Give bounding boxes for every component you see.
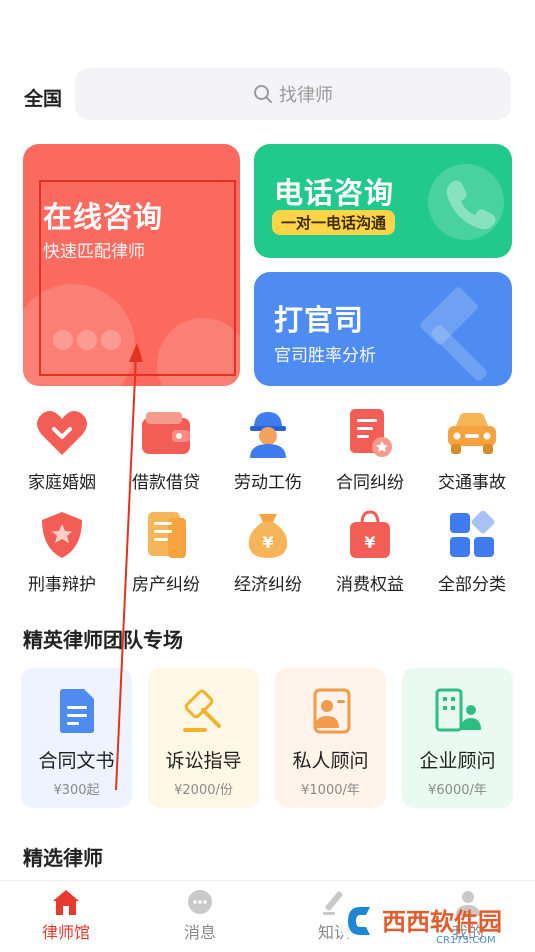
watermark-logo: 西西软件园 CR173.COM [336, 897, 535, 947]
svg-text:西西软件园: 西西软件园 [382, 908, 502, 936]
pointer-arrow-icon [115, 343, 143, 791]
svg-text:CR173.COM: CR173.COM [436, 935, 496, 946]
